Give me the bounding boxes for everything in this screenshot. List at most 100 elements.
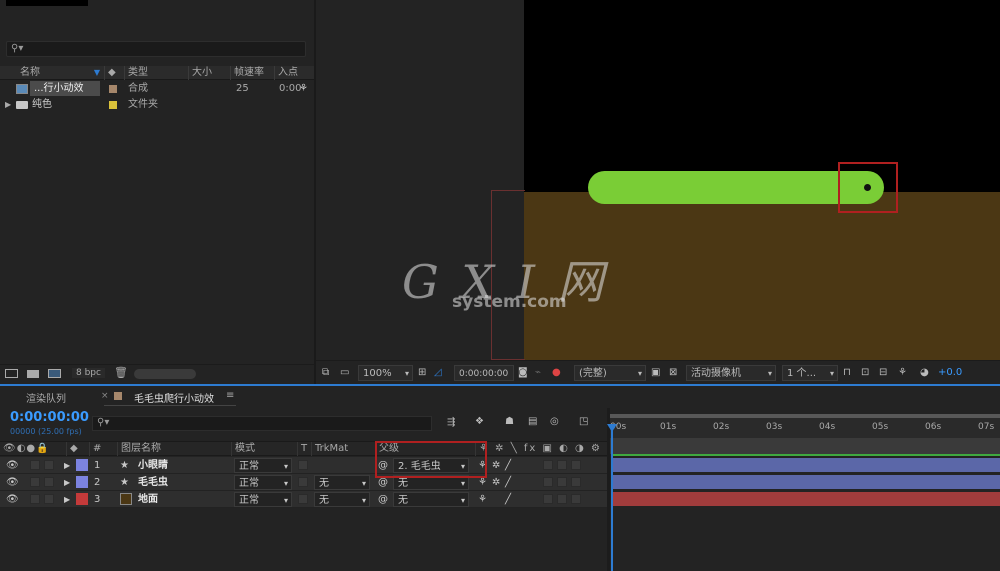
column-type[interactable]: 类型: [124, 66, 188, 80]
views-select[interactable]: 1 个... ▾: [782, 365, 838, 381]
toggle-pixel-aspect-icon[interactable]: ⊓: [843, 365, 851, 381]
expand-triangle-icon[interactable]: ▶: [64, 458, 70, 473]
trkmat-select[interactable]: 无 ▾: [314, 475, 370, 490]
flowchart-icon[interactable]: ⚘: [898, 365, 907, 381]
column-in-point[interactable]: 入点: [274, 66, 314, 80]
project-item-folder[interactable]: ▶ 纯色 文件夹: [0, 97, 314, 113]
current-time-display[interactable]: 0:00:00:00: [454, 365, 514, 381]
preserve-transparency-switch[interactable]: [298, 494, 308, 504]
interpret-footage-icon[interactable]: [5, 369, 18, 378]
preserve-transparency-switch[interactable]: [298, 460, 308, 470]
column-name[interactable]: 名称 ▼: [0, 66, 104, 80]
adjustment-switch[interactable]: [557, 494, 567, 504]
3d-layer-switch[interactable]: [571, 460, 581, 470]
label-tag-icon[interactable]: ◆: [66, 442, 86, 456]
preserve-transparency-switch[interactable]: [298, 477, 308, 487]
eye-icon[interactable]: 👁: [6, 458, 19, 473]
3d-layer-switch[interactable]: [571, 477, 581, 487]
quality-switch-icon[interactable]: ╱: [505, 492, 511, 507]
lock-switch[interactable]: [44, 494, 54, 504]
timeline-toggle-icon[interactable]: ⊟: [879, 365, 887, 381]
always-preview-icon[interactable]: ⧉: [322, 365, 329, 381]
bpc-button[interactable]: 8 bpc: [72, 368, 105, 378]
time-ruler[interactable]: 00s 01s 02s 03s 04s 05s 06s 07s: [610, 418, 1000, 438]
shy-switch-icon[interactable]: ⚘: [478, 492, 487, 507]
layer-track-bar[interactable]: [612, 492, 1000, 506]
layer-track-bar[interactable]: [612, 475, 1000, 489]
column-layer-name[interactable]: 图层名称: [117, 442, 231, 456]
draft-3d-icon[interactable]: ❖: [475, 416, 484, 427]
comp-mini-flowchart-icon[interactable]: ⇶: [447, 417, 455, 428]
graph-editor-icon[interactable]: ◳: [579, 416, 588, 427]
expand-triangle-icon[interactable]: ▶: [5, 97, 11, 113]
mode-select[interactable]: 正常 ▾: [234, 492, 292, 507]
layer-row[interactable]: 👁 ▶ 1 ★ 小眼睛 正常 ▾ @ 2. 毛毛虫 ▾ ⚘ ✲ ╱: [0, 457, 608, 474]
lock-switch[interactable]: [44, 460, 54, 470]
project-search-input[interactable]: ⚲▾: [6, 41, 306, 57]
transparency-grid-icon[interactable]: ⊠: [669, 365, 677, 381]
fast-preview-icon[interactable]: ⊡: [861, 365, 869, 381]
region-of-interest-icon[interactable]: ▣: [651, 365, 660, 381]
exposure-value[interactable]: +0.0: [938, 365, 962, 381]
column-framerate[interactable]: 帧速率: [230, 66, 274, 80]
playhead-handle[interactable]: [607, 424, 617, 432]
label-color-swatch[interactable]: [76, 459, 88, 471]
tab-menu-icon[interactable]: ≡: [226, 390, 234, 401]
mode-select[interactable]: 正常 ▾: [234, 475, 292, 490]
layer-name[interactable]: 地面: [138, 492, 158, 507]
label-color-swatch[interactable]: [76, 493, 88, 505]
label-tag-icon[interactable]: ◆: [104, 66, 124, 80]
parent-select[interactable]: 无 ▾: [393, 492, 469, 507]
motion-blur-switch[interactable]: [543, 494, 553, 504]
solo-switch[interactable]: [30, 494, 40, 504]
collapse-switch-icon[interactable]: ✲: [492, 475, 500, 490]
flowchart-icon[interactable]: ⚘: [299, 81, 308, 97]
zoom-select[interactable]: 100% ▾: [358, 365, 413, 381]
mode-select[interactable]: 正常 ▾: [234, 458, 292, 473]
tab-render-queue[interactable]: 渲染队列: [26, 390, 66, 405]
new-folder-icon[interactable]: [27, 370, 39, 378]
expand-triangle-icon[interactable]: ▶: [64, 492, 70, 507]
3d-layer-switch[interactable]: [571, 494, 581, 504]
column-layer-number[interactable]: #: [89, 442, 117, 456]
playhead[interactable]: [611, 424, 613, 571]
column-size[interactable]: 大小: [188, 66, 230, 80]
adjustment-switch[interactable]: [557, 460, 567, 470]
motion-blur-icon[interactable]: ◎: [550, 416, 559, 427]
motion-blur-switch[interactable]: [543, 477, 553, 487]
quality-switch-icon[interactable]: ╱: [505, 458, 511, 473]
snapshot-camera-icon[interactable]: ◙: [518, 365, 528, 381]
camera-select[interactable]: 活动摄像机 ▾: [686, 365, 776, 381]
resolution-select[interactable]: (完整) ▾: [574, 365, 646, 381]
motion-blur-switch[interactable]: [543, 460, 553, 470]
column-t[interactable]: T: [297, 442, 311, 456]
grid-icon[interactable]: ⊞: [418, 365, 426, 381]
trkmat-select[interactable]: 无 ▾: [314, 492, 370, 507]
adjustment-switch[interactable]: [557, 477, 567, 487]
pick-whip-icon[interactable]: @: [378, 492, 388, 507]
tab-composition[interactable]: 毛毛虫爬行小动效: [134, 390, 214, 405]
eye-icon[interactable]: 👁: [6, 492, 19, 507]
color-channels-icon[interactable]: ●: [552, 365, 561, 381]
layer-name[interactable]: 小眼睛: [138, 458, 168, 473]
timeline-timecode[interactable]: 0:00:00:00: [10, 410, 89, 425]
column-trkmat[interactable]: TrkMat: [311, 442, 375, 456]
mask-visibility-icon[interactable]: ◿: [434, 365, 442, 381]
monitor-icon[interactable]: ▭: [340, 365, 349, 381]
frame-blending-icon[interactable]: ▤: [528, 416, 537, 427]
solo-switch[interactable]: [30, 460, 40, 470]
reset-exposure-icon[interactable]: ◕: [920, 365, 929, 381]
label-color-swatch[interactable]: [76, 476, 88, 488]
column-mode[interactable]: 模式: [231, 442, 295, 456]
new-comp-icon[interactable]: [48, 369, 61, 378]
eye-icon[interactable]: 👁: [6, 475, 19, 490]
collapse-switch-icon[interactable]: ✲: [492, 458, 500, 473]
close-tab-icon[interactable]: ×: [101, 391, 109, 401]
show-snapshot-icon[interactable]: ⌁: [535, 365, 541, 381]
hide-shy-layers-icon[interactable]: ☗: [505, 416, 514, 427]
layer-name[interactable]: 毛毛虫: [138, 475, 168, 490]
layer-row[interactable]: 👁 ▶ 3 地面 正常 ▾ 无 ▾ @ 无 ▾ ⚘ ╱: [0, 491, 608, 508]
lock-switch[interactable]: [44, 477, 54, 487]
project-scrollbar[interactable]: [134, 369, 196, 379]
expand-triangle-icon[interactable]: ▶: [64, 475, 70, 490]
